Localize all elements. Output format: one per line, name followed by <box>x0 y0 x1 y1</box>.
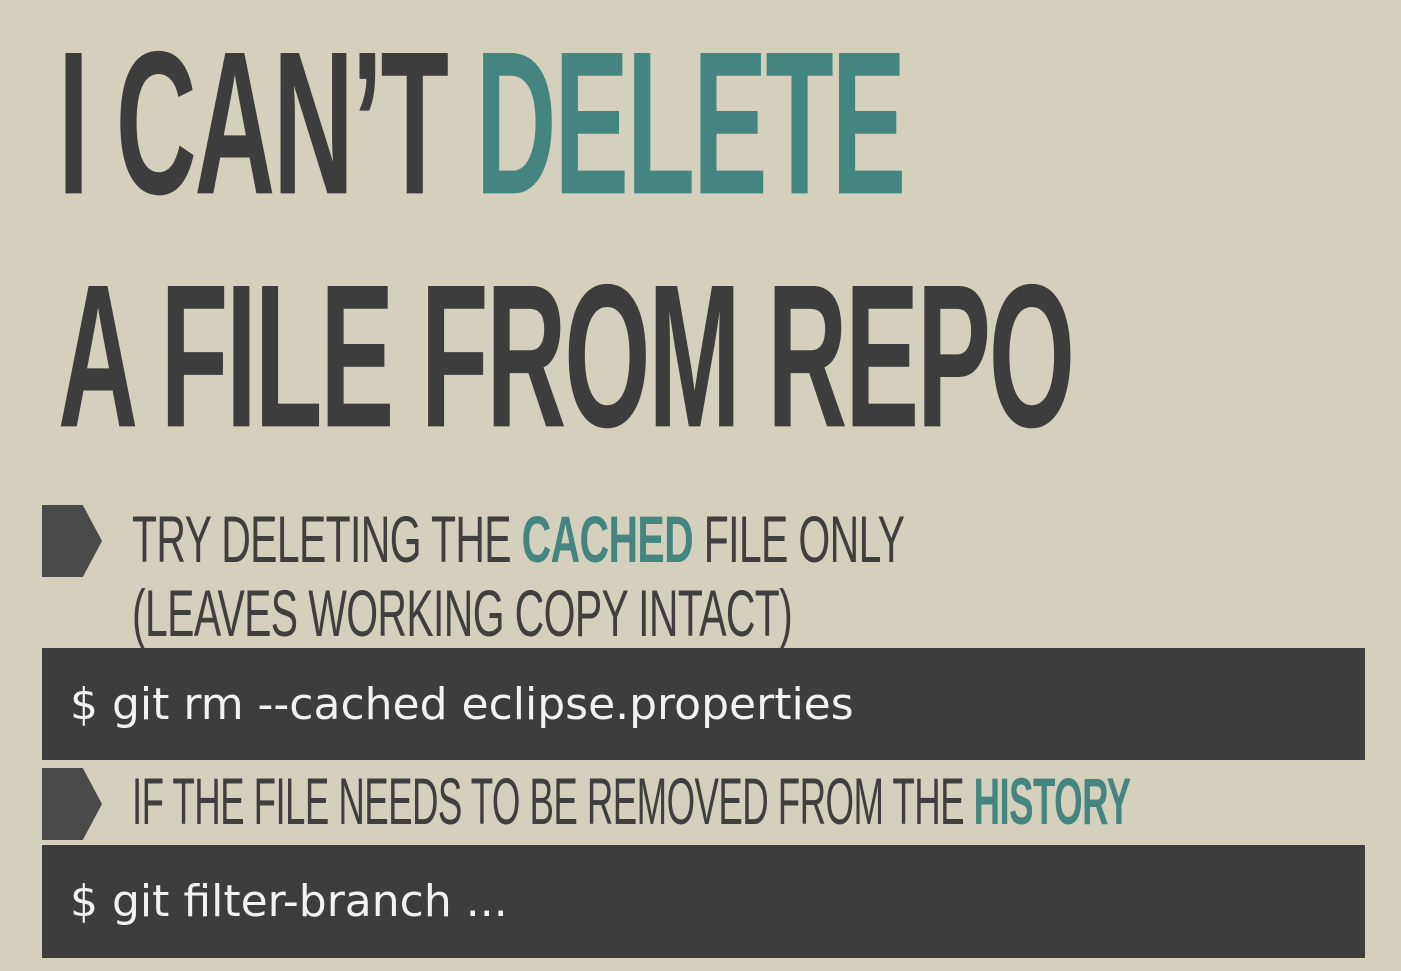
code-block-git-rm: $ git rm --cached eclipse.properties <box>42 648 1365 760</box>
bullet-text-before: IF THE FILE NEEDS TO BE REMOVED FROM THE <box>132 764 974 838</box>
bullet-text-line2: (LEAVES WORKING COPY INTACT) <box>132 576 793 650</box>
bullet-text-history: IF THE FILE NEEDS TO BE REMOVED FROM THE… <box>132 764 1131 838</box>
title-text: I CAN’T <box>58 9 476 238</box>
bullet-accent-cached: CACHED <box>521 502 694 576</box>
title-accent-delete: DELETE <box>475 9 907 238</box>
bullet-accent-history: HISTORY <box>973 764 1131 838</box>
code-block-filter-branch: $ git filter-branch ... <box>42 845 1365 958</box>
bullet-text-before: TRY DELETING THE <box>132 502 522 576</box>
bullet-arrow-icon <box>42 768 102 840</box>
title-line-1: I CAN’T DELETE <box>58 21 906 226</box>
code-line: $ git filter-branch ... <box>70 876 508 927</box>
title-line-2: A FILE FROM REPO <box>58 242 1075 471</box>
bullet-text-after: FILE ONLY <box>693 502 905 576</box>
code-line: $ git rm --cached eclipse.properties <box>70 678 854 730</box>
bullet-text-cached: TRY DELETING THE CACHED FILE ONLY (LEAVES… <box>132 502 905 650</box>
bullet-arrow-icon <box>42 505 102 577</box>
